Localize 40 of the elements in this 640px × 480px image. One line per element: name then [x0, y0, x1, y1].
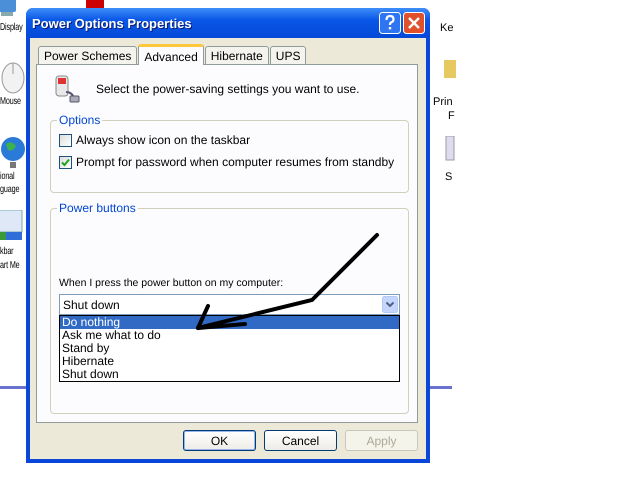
dropdown-option[interactable]: Ask me what to do [60, 329, 399, 342]
checkbox-label[interactable]: Always show icon on the taskbar [76, 133, 250, 147]
desktop-icon-label[interactable]: Prin [433, 96, 453, 108]
window-title: Power Options Properties [32, 16, 193, 30]
close-icon[interactable] [403, 12, 425, 34]
desktop-icon-label[interactable]: art Me [0, 260, 20, 271]
folder-icon [444, 58, 456, 80]
tab[interactable]: Advanced [138, 44, 204, 65]
checkbox[interactable] [59, 134, 72, 146]
mouse-icon [0, 60, 26, 94]
dropdown-option[interactable]: Shut down [60, 368, 399, 381]
group-title: Options [58, 113, 102, 127]
dialog-button[interactable]: OK [183, 430, 256, 451]
monitor-icon [0, 0, 18, 18]
tab[interactable]: UPS [270, 46, 306, 64]
desktop-icon-label[interactable]: F [448, 110, 455, 122]
taskbar-icon [0, 210, 24, 242]
desktop-icon-label[interactable]: guage [0, 184, 20, 195]
dropdown[interactable]: Shut down [59, 294, 400, 315]
field-label: When I press the power button on my computer: [59, 277, 284, 289]
desktop-icon-label[interactable]: Mouse [0, 96, 21, 107]
caret-icon[interactable] [382, 296, 398, 313]
tab[interactable]: Hibernate [204, 46, 269, 64]
dropdown-option[interactable]: Hibernate [60, 355, 399, 368]
header-text: Select the power-saving settings you want to use. [96, 82, 360, 96]
dropdown-value: Shut down [63, 298, 121, 312]
checkbox[interactable] [59, 156, 72, 168]
dropdown-option[interactable]: Do nothing [60, 316, 399, 329]
globe-icon [0, 136, 26, 170]
desktop-icon-label[interactable]: kbar [0, 246, 14, 257]
dropdown-option[interactable]: Stand by [60, 342, 399, 355]
desktop-icon-label[interactable]: S [445, 171, 452, 183]
desktop-icon-label[interactable]: Ke [440, 22, 454, 34]
checkbox-label[interactable]: Prompt for password when computer resumes from standby [76, 155, 394, 169]
help-icon[interactable] [379, 12, 401, 34]
dialog-button[interactable]: Cancel [264, 430, 337, 451]
desktop-icon-label[interactable]: Display [0, 22, 23, 33]
group-title: Power buttons [58, 201, 137, 215]
tab[interactable]: Power Schemes [38, 46, 138, 64]
desktop-icon-label[interactable]: ional [0, 171, 14, 182]
